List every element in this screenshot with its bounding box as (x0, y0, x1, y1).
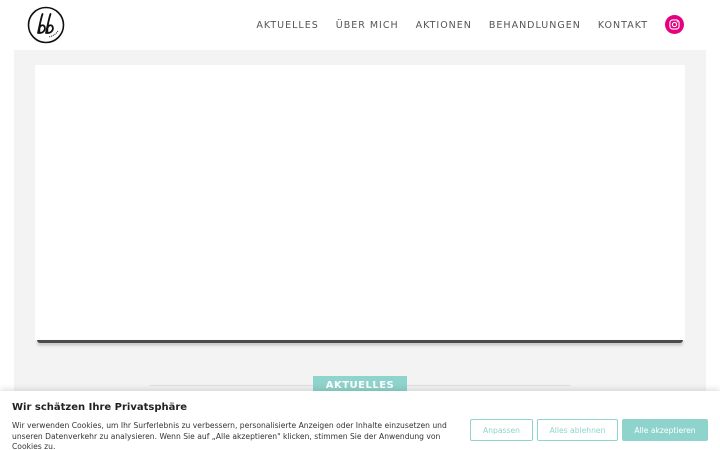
logo-icon[interactable] (27, 6, 65, 44)
main-content-panel: AKTUELLES (14, 50, 706, 450)
reject-all-button[interactable]: Alles ablehnen (537, 419, 618, 441)
customize-button[interactable]: Anpassen (470, 419, 533, 441)
cookie-banner-text: Wir verwenden Cookies, um Ihr Surferlebn… (12, 421, 447, 450)
hero-slider-bar (37, 340, 683, 343)
cookie-banner-title: Wir schätzen Ihre Privatsphäre (12, 402, 188, 413)
nav-item-kontakt[interactable]: KONTAKT (598, 20, 648, 31)
nav-item-behandlungen[interactable]: BEHANDLUNGEN (489, 20, 581, 31)
nav-item-aktionen[interactable]: AKTIONEN (416, 20, 472, 31)
nav-item-ueber-mich[interactable]: ÜBER MICH (336, 20, 399, 31)
hero-image-area (35, 65, 685, 340)
main-navigation: AKTUELLES ÜBER MICH AKTIONEN BEHANDLUNGE… (239, 0, 648, 50)
instagram-icon[interactable] (665, 15, 684, 34)
cookie-banner: Wir schätzen Ihre Privatsphäre Wir verwe… (0, 391, 720, 450)
nav-item-aktuelles[interactable]: AKTUELLES (256, 20, 318, 31)
accept-all-button[interactable]: Alle akzeptieren (622, 419, 708, 441)
site-header: AKTUELLES ÜBER MICH AKTIONEN BEHANDLUNGE… (0, 0, 720, 50)
